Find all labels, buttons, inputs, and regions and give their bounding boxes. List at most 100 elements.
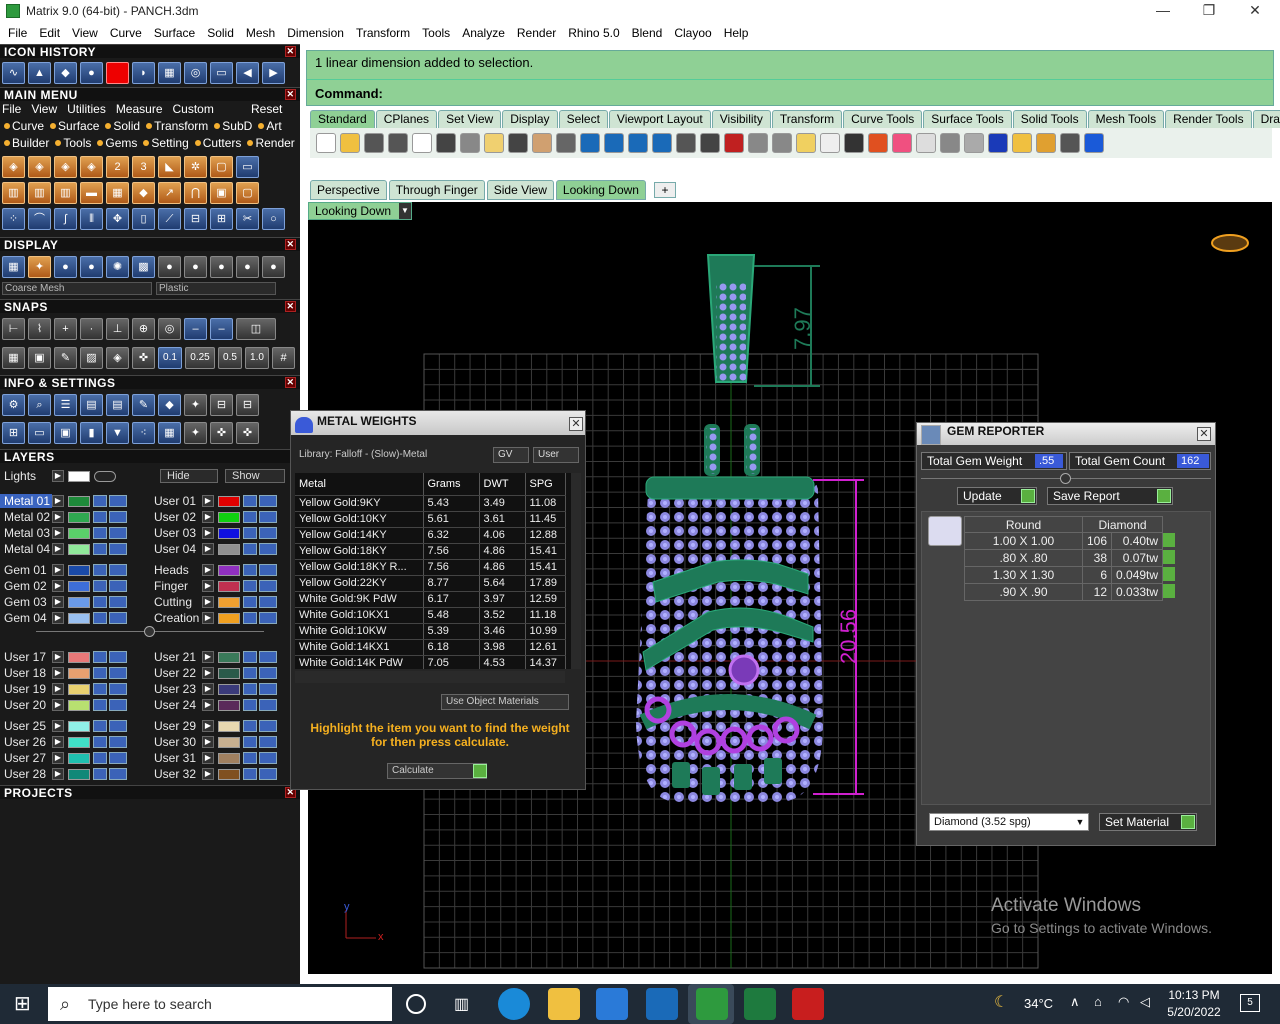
layer-visibility-toggle[interactable] xyxy=(259,768,277,780)
layer-lock-icon[interactable] xyxy=(243,527,257,539)
layer-arrow-icon[interactable]: ▶ xyxy=(202,564,214,576)
layer-lock-icon[interactable] xyxy=(243,699,257,711)
layer-name[interactable]: Gem 03 xyxy=(0,595,52,609)
help-icon[interactable] xyxy=(1084,133,1104,153)
layer-name[interactable]: User 27 xyxy=(0,751,52,765)
box-view-icon[interactable]: ▣ xyxy=(54,422,77,444)
layer-arrow-icon[interactable]: ▶ xyxy=(52,527,64,539)
snap-tan-icon[interactable]: – xyxy=(184,318,207,340)
edge-icon[interactable] xyxy=(498,988,530,1020)
layer-lock-icon[interactable] xyxy=(93,683,107,695)
excel-icon[interactable] xyxy=(744,988,776,1020)
snap-near-icon[interactable]: ⌇ xyxy=(28,318,51,340)
projects-header[interactable]: PROJECTS ✕ xyxy=(0,785,300,800)
cortana-icon[interactable] xyxy=(406,994,426,1014)
layer-name[interactable]: Gem 01 xyxy=(0,563,52,577)
toolbar-tab-cplanes[interactable]: CPlanes xyxy=(375,110,438,128)
copy-icon[interactable] xyxy=(460,133,480,153)
gem-table-row[interactable]: .80 X .80 38 0.07tw xyxy=(964,549,1176,567)
metal-table-row[interactable]: White Gold:14KX1 6.18 3.98 12.61 xyxy=(295,639,566,656)
layer-row[interactable]: User 25 ▶ xyxy=(0,719,127,733)
display-header[interactable]: DISPLAY ✕ xyxy=(0,237,300,252)
menu-edit[interactable]: Edit xyxy=(33,26,66,40)
layer-lock-icon[interactable] xyxy=(243,683,257,695)
menu-tools[interactable]: Tools xyxy=(416,26,456,40)
snaps-header[interactable]: SNAPS ✕ xyxy=(0,299,300,314)
layer-name[interactable]: User 19 xyxy=(0,682,52,696)
metal-column-header[interactable]: Grams xyxy=(423,473,480,496)
layer-visibility-toggle[interactable] xyxy=(259,736,277,748)
layer-lock-icon[interactable] xyxy=(93,651,107,663)
metal-column-header[interactable]: Metal xyxy=(295,473,424,496)
pencil-icon[interactable]: ✎ xyxy=(54,347,77,369)
restore-button[interactable]: ❐ xyxy=(1186,0,1232,22)
material-chrome-icon[interactable]: ● xyxy=(262,256,285,278)
undo-icon[interactable] xyxy=(508,133,528,153)
scatter-icon[interactable]: ⁖ xyxy=(132,422,155,444)
layer-color-swatch[interactable] xyxy=(218,768,240,780)
layer-lock-icon[interactable] xyxy=(243,752,257,764)
save-report-button[interactable]: Save Report xyxy=(1047,487,1173,505)
layer-color-swatch[interactable] xyxy=(68,580,90,592)
fan-icon[interactable]: ⟋ xyxy=(158,208,181,230)
layer-color-swatch[interactable] xyxy=(68,612,90,624)
divider-handle-icon[interactable] xyxy=(144,626,155,637)
layer-arrow-icon[interactable]: ▶ xyxy=(202,543,214,555)
layer-row[interactable]: User 28 ▶ xyxy=(0,767,127,781)
metal-table-row[interactable]: Yellow Gold:14KY 6.32 4.06 12.88 xyxy=(295,527,566,544)
layer-arrow-icon[interactable]: ▶ xyxy=(52,667,64,679)
layer-color-swatch[interactable] xyxy=(68,683,90,695)
layer-row[interactable]: Metal 02 ▶ xyxy=(0,510,127,524)
layer-name[interactable]: User 24 xyxy=(150,698,202,712)
shaded-icon[interactable]: ● xyxy=(54,256,77,278)
layer-visibility-toggle[interactable] xyxy=(109,736,127,748)
layer-row[interactable]: User 17 ▶ xyxy=(0,650,127,664)
material-sphere-icon[interactable] xyxy=(940,133,960,153)
layer-visibility-toggle[interactable] xyxy=(259,612,277,624)
pattern-icon[interactable]: ▦ xyxy=(106,182,129,204)
snap-value-1.0[interactable]: 1.0 xyxy=(245,347,269,369)
calendar-icon[interactable]: ▦ xyxy=(158,422,181,444)
layer-row[interactable]: Gem 01 ▶ xyxy=(0,563,127,577)
notes-icon[interactable]: ▤ xyxy=(106,394,129,416)
main-menu-header[interactable]: MAIN MENU ✕ xyxy=(0,87,300,102)
cut-icon[interactable] xyxy=(436,133,456,153)
distribute-icon[interactable]: ✜ xyxy=(236,422,259,444)
color-swatch-icon[interactable] xyxy=(106,62,129,84)
layer-row[interactable]: User 31 ▶ xyxy=(150,751,277,765)
lightbulb-icon[interactable] xyxy=(820,133,840,153)
main-menu-subd[interactable]: SubD xyxy=(210,119,252,133)
layer-arrow-icon[interactable]: ▶ xyxy=(202,495,214,507)
taskbar-search[interactable]: Type here to search xyxy=(48,987,392,1021)
close-icon[interactable]: ✕ xyxy=(285,89,296,100)
layer-arrow-icon[interactable]: ▶ xyxy=(52,683,64,695)
layer-visibility-toggle[interactable] xyxy=(259,752,277,764)
menu-view[interactable]: View xyxy=(66,26,104,40)
notifications-icon[interactable]: 5 xyxy=(1240,994,1260,1012)
menu-clayoo[interactable]: Clayoo xyxy=(668,26,717,40)
set-material-go-icon[interactable] xyxy=(1181,815,1195,829)
calculate-button[interactable]: Calculate xyxy=(387,763,487,779)
anchor-icon[interactable]: ✦ xyxy=(184,422,207,444)
pave-icon[interactable]: ✲ xyxy=(184,156,207,178)
gem-row-go-icon[interactable] xyxy=(1163,583,1176,598)
main-menu-cutters[interactable]: Cutters xyxy=(191,136,241,150)
head-icon[interactable]: ▥ xyxy=(2,182,25,204)
metal-table-row[interactable]: White Gold:14K PdW 7.05 4.53 14.37 xyxy=(295,655,566,669)
cube-icon[interactable]: ▣ xyxy=(28,347,51,369)
layer-row[interactable]: Finger ▶ xyxy=(150,579,277,593)
layer-color-swatch[interactable] xyxy=(68,699,90,711)
pencil-icon[interactable] xyxy=(1012,133,1032,153)
layer-color-swatch[interactable] xyxy=(218,527,240,539)
settings-gear-icon[interactable]: ⚙ xyxy=(2,394,25,416)
arc-icon[interactable]: ⌒ xyxy=(28,208,51,230)
layer-arrow-icon[interactable]: ▶ xyxy=(52,495,64,507)
main-menu-utilities[interactable]: Utilities xyxy=(67,102,106,116)
copy-page-icon[interactable] xyxy=(412,133,432,153)
metal-table-row[interactable]: White Gold:9K PdW 6.17 3.97 12.59 xyxy=(295,591,566,608)
layer-color-swatch[interactable] xyxy=(218,736,240,748)
layer-lock-icon[interactable] xyxy=(243,495,257,507)
metal-table-row[interactable]: Yellow Gold:18KY R... 7.56 4.86 15.41 xyxy=(295,559,566,576)
layer-name[interactable]: User 32 xyxy=(150,767,202,781)
ghosted-icon[interactable]: ✦ xyxy=(28,256,51,278)
